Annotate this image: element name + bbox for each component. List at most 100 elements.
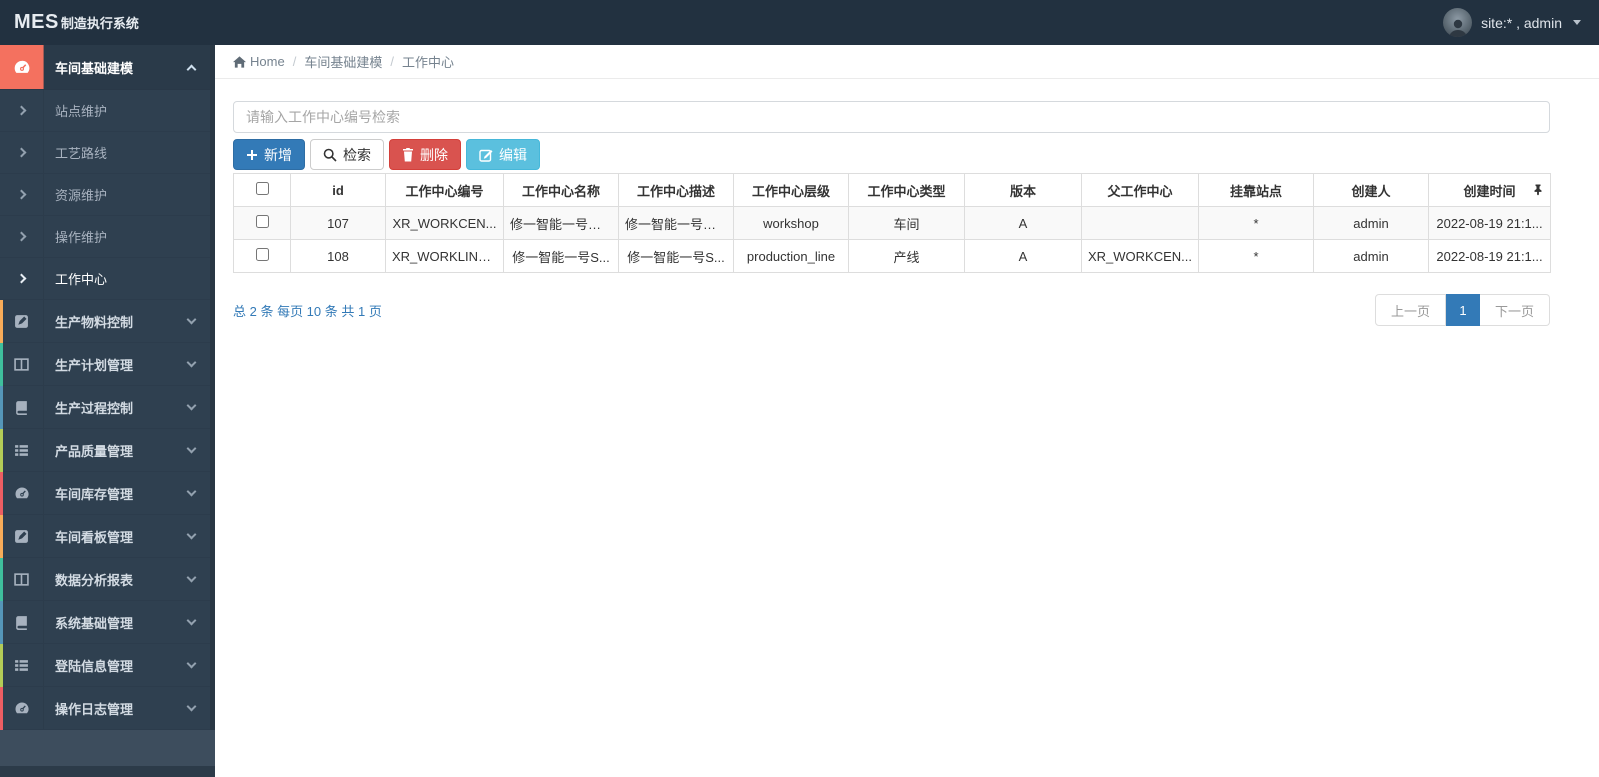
- select-all-checkbox[interactable]: [255, 182, 269, 195]
- app-logo-secondary: 制造执行系统: [60, 16, 139, 31]
- breadcrumb-home[interactable]: Home: [233, 54, 285, 69]
- delete-button[interactable]: 删除: [389, 139, 461, 170]
- sidebar-item-label: 生产计划管理: [55, 357, 134, 373]
- edit-button[interactable]: 编辑: [466, 139, 540, 170]
- chevron-down-icon: [186, 572, 197, 582]
- breadcrumb: Home / 车间基础建模 / 工作中心: [215, 45, 1599, 79]
- table-row: 107 XR_WORKCEN... 修一智能一号车间 修一智能一号车间 work…: [233, 206, 1551, 240]
- sidebar-footer-panel: [0, 730, 215, 766]
- chevron-right-icon: [0, 132, 44, 173]
- search-input[interactable]: [233, 101, 1550, 133]
- sidebar-item-label: 生产过程控制: [55, 400, 134, 416]
- sidebar-item-analytics-reports[interactable]: 数据分析报表: [0, 558, 215, 601]
- sidebar-item-login-info-management[interactable]: 登陆信息管理: [0, 644, 215, 687]
- chevron-down-icon: [1573, 20, 1581, 25]
- trash-icon: [403, 147, 413, 161]
- sidebar-item-resource-maintenance[interactable]: 资源维护: [0, 174, 215, 216]
- chevron-down-icon: [186, 615, 197, 625]
- add-button[interactable]: 新增: [233, 139, 305, 170]
- cell-type: 车间: [848, 206, 965, 240]
- cell-station: *: [1198, 239, 1314, 273]
- column-header-type: 工作中心类型: [848, 173, 965, 207]
- sidebar-item-label: 操作日志管理: [55, 701, 134, 717]
- main-content: 新增 检索 删除 编辑 id 工作中心编号 工作中心名称 工作中心描述: [215, 80, 1599, 777]
- sidebar-item-operation-maintenance[interactable]: 操作维护: [0, 216, 215, 258]
- sidebar-item-operation-log-management[interactable]: 操作日志管理: [0, 687, 215, 730]
- user-label: site:* , admin: [1481, 14, 1562, 31]
- chevron-down-icon: [186, 314, 197, 324]
- sidebar-item-label: 数据分析报表: [55, 572, 134, 588]
- edit-icon: [479, 149, 493, 162]
- sidebar-item-process-route[interactable]: 工艺路线: [0, 132, 215, 174]
- cell-name: 修一智能一号S...: [503, 239, 619, 273]
- edit-icon: [0, 515, 44, 557]
- sidebar-item-label: 系统基础管理: [55, 615, 134, 631]
- search-button[interactable]: 检索: [310, 139, 384, 170]
- row-checkbox[interactable]: [255, 248, 269, 261]
- app-logo-primary: MES: [14, 11, 59, 33]
- sidebar-item-work-center[interactable]: 工作中心: [0, 258, 215, 300]
- pager: 上一页 1 下一页: [1374, 294, 1550, 326]
- chevron-down-icon: [186, 443, 197, 453]
- cell-name: 修一智能一号车间: [503, 206, 619, 240]
- table-header-row: id 工作中心编号 工作中心名称 工作中心描述 工作中心层级 工作中心类型 版本…: [233, 173, 1551, 207]
- sidebar-item-system-management[interactable]: 系统基础管理: [0, 601, 215, 644]
- home-icon: [233, 55, 246, 68]
- chevron-down-icon: [186, 529, 197, 539]
- sidebar-item-quality-management[interactable]: 产品质量管理: [0, 429, 215, 472]
- book-icon: [0, 386, 44, 428]
- gauge-icon: [0, 472, 44, 514]
- sidebar-item-workshop-modeling[interactable]: 车间基础建模: [0, 45, 215, 90]
- cell-parent: [1081, 206, 1199, 240]
- sidebar-item-station-maintenance[interactable]: 站点维护: [0, 90, 215, 132]
- column-header-parent: 父工作中心: [1081, 173, 1199, 207]
- prev-page-button[interactable]: 上一页: [1374, 294, 1446, 326]
- next-page-button[interactable]: 下一页: [1479, 294, 1550, 326]
- sidebar-item-plan-management[interactable]: 生产计划管理: [0, 343, 215, 386]
- sidebar-groups: 生产物料控制 生产计划管理 生产过程控制 产品质量管理 车间库存管理 车间看板管…: [0, 300, 215, 730]
- chevron-right-icon: [0, 174, 44, 215]
- list-icon: [0, 429, 44, 471]
- row-checkbox[interactable]: [255, 215, 269, 228]
- column-header-description: 工作中心描述: [618, 173, 734, 207]
- sidebar-item-label: 登陆信息管理: [55, 658, 134, 674]
- table-row: 108 XR_WORKLINE... 修一智能一号S... 修一智能一号S...…: [233, 239, 1551, 273]
- work-center-table: id 工作中心编号 工作中心名称 工作中心描述 工作中心层级 工作中心类型 版本…: [233, 173, 1551, 273]
- cell-created: 2022-08-19 21:1...: [1428, 239, 1551, 273]
- sidebar-item-material-control[interactable]: 生产物料控制: [0, 300, 215, 343]
- breadcrumb-separator: /: [292, 54, 297, 69]
- column-header-name: 工作中心名称: [503, 173, 619, 207]
- app-logo: MES 制造执行系统: [14, 11, 139, 34]
- sidebar-scrollbar[interactable]: [210, 45, 215, 730]
- user-avatar: [1443, 8, 1473, 37]
- column-header-creator: 创建人: [1313, 173, 1429, 207]
- page-number-button[interactable]: 1: [1445, 294, 1480, 326]
- person-icon: [1448, 19, 1467, 37]
- column-header-station: 挂靠站点: [1198, 173, 1314, 207]
- cell-station: *: [1198, 206, 1314, 240]
- book-icon: [0, 601, 44, 643]
- user-menu[interactable]: site:* , admin: [1443, 8, 1581, 37]
- edit-icon: [0, 300, 44, 342]
- column-header-created: 创建时间: [1428, 173, 1551, 207]
- pagination-summary: 总 2 条 每页 10 条 共 1 页: [233, 303, 382, 319]
- cell-creator: admin: [1313, 206, 1429, 240]
- cell-description: 修一智能一号车间: [618, 206, 734, 240]
- pin-icon[interactable]: [1533, 183, 1543, 196]
- cell-version: A: [964, 206, 1082, 240]
- cell-version: A: [964, 239, 1082, 273]
- breadcrumb-section[interactable]: 车间基础建模: [304, 52, 382, 71]
- sidebar-item-kanban-management[interactable]: 车间看板管理: [0, 515, 215, 558]
- chevron-down-icon: [186, 701, 197, 711]
- select-all-cell: [233, 173, 291, 207]
- column-header-code: 工作中心编号: [385, 173, 504, 207]
- cell-code: XR_WORKCEN...: [385, 206, 504, 240]
- chevron-down-icon: [186, 658, 197, 668]
- top-navbar: MES 制造执行系统 site:* , admin: [0, 0, 1599, 45]
- sidebar-item-process-control[interactable]: 生产过程控制: [0, 386, 215, 429]
- pagination-bar: 总 2 条 每页 10 条 共 1 页 上一页 1 下一页: [233, 294, 1550, 326]
- sidebar-item-label: 资源维护: [55, 188, 108, 203]
- chevron-down-icon: [186, 357, 197, 367]
- sidebar-item-inventory-management[interactable]: 车间库存管理: [0, 472, 215, 515]
- chevron-right-icon: [0, 90, 44, 131]
